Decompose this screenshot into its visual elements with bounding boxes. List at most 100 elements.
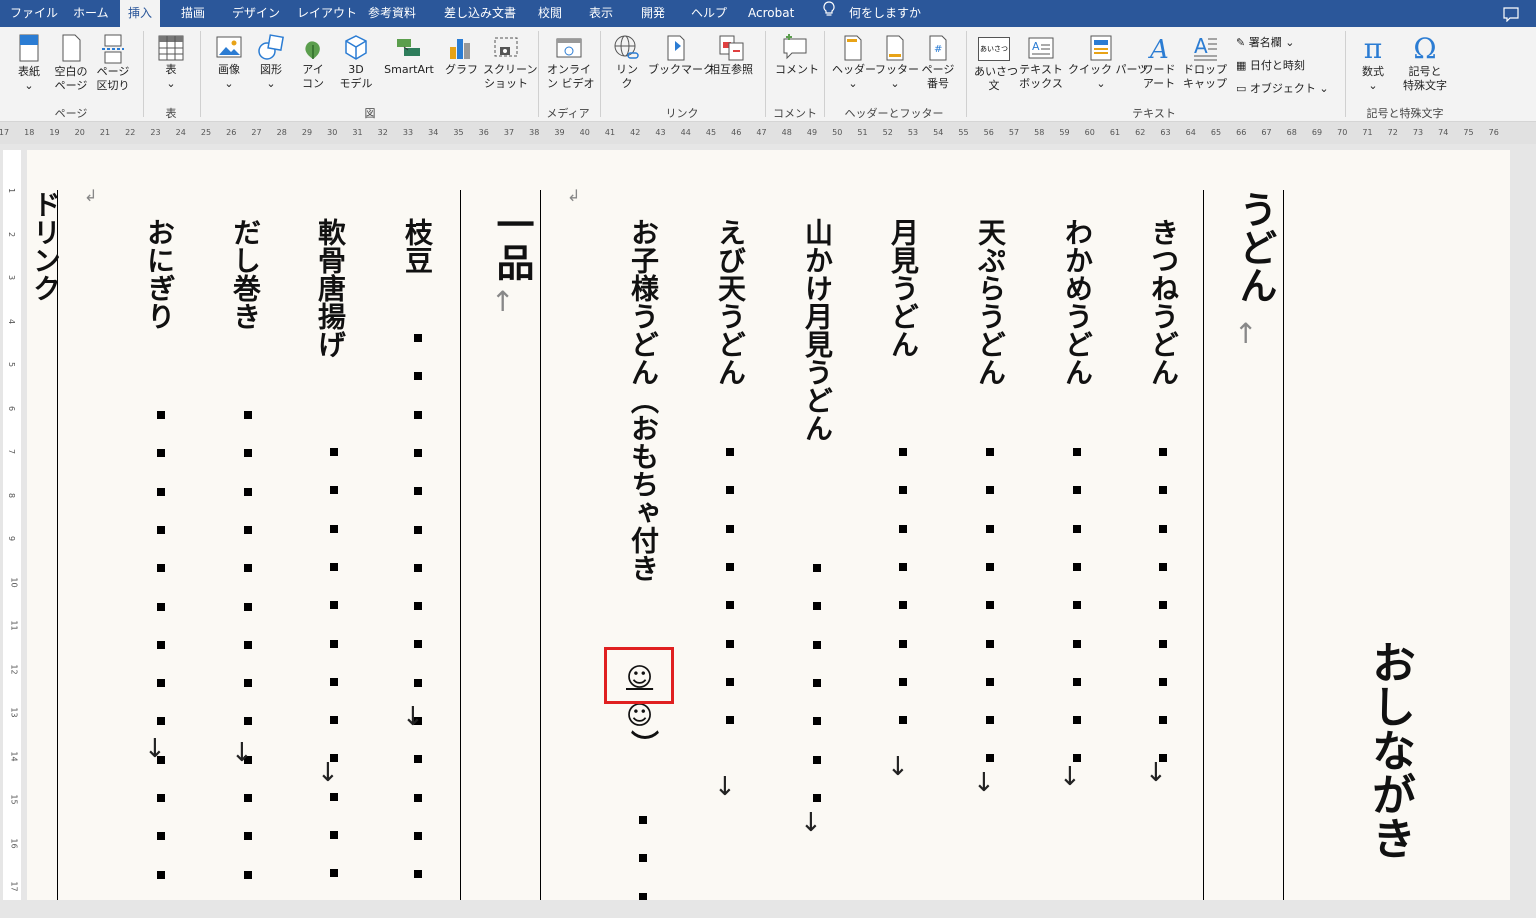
ruler-number: 4 <box>7 318 17 324</box>
leader-dot <box>899 448 907 456</box>
leader-dot <box>244 525 252 534</box>
group-separator <box>824 31 825 117</box>
horizontal-ruler[interactable]: 17 18 19 20 21 22 23 24 25 26 27 28 29 30 31 32 33 34 35 36… <box>0 122 1536 144</box>
tab-file[interactable]: ファイル <box>10 0 58 27</box>
ruler-number: 52 <box>882 128 893 137</box>
group-separator <box>538 31 539 117</box>
ruler-number: 9 <box>7 535 17 542</box>
equation-button[interactable]: π 数式 ⌄ <box>1355 33 1391 93</box>
leader-dot <box>813 640 821 649</box>
ruler-number: 29 <box>301 128 313 137</box>
ruler-number: 1 <box>7 187 17 194</box>
shapes-button[interactable]: 図形 ⌄ <box>254 33 288 91</box>
ruler-number: 55 <box>958 128 969 137</box>
online-video-button[interactable]: オンライ ン ビデオ <box>547 33 595 91</box>
leader-dot <box>899 601 907 610</box>
tab-help[interactable]: ヘルプ <box>691 0 727 27</box>
ruler-number: 17 <box>0 128 10 137</box>
blank-page-button[interactable]: 空白の ページ <box>52 33 90 93</box>
leader-dot <box>157 411 165 419</box>
tab-design[interactable]: デザイン <box>232 0 280 27</box>
column-rule <box>540 190 541 900</box>
tab-draw[interactable]: 描画 <box>181 0 205 27</box>
icons-button[interactable]: アイ コン <box>296 33 330 91</box>
tab-acrobat[interactable]: Acrobat <box>748 0 794 27</box>
ruler-number: 13 <box>9 707 19 718</box>
leader-dot <box>1159 601 1167 610</box>
drop-cap-button[interactable]: A ドロップ キャップ <box>1182 33 1228 91</box>
ruler-number: 70 <box>1337 128 1348 137</box>
leader-dot <box>244 870 252 879</box>
group-separator <box>600 31 601 117</box>
blank-page-icon <box>62 34 81 62</box>
greeting-button[interactable]: あいさつ あいさつ 文 <box>974 33 1018 93</box>
ruler-number: 60 <box>1084 128 1095 137</box>
tab-home[interactable]: ホーム <box>73 0 109 27</box>
leader-dot <box>986 486 994 495</box>
page-number-icon: # <box>929 35 947 61</box>
tab-review[interactable]: 校閲 <box>538 0 562 27</box>
page-number-button[interactable]: # ページ 番号 <box>918 33 958 91</box>
tab-references[interactable]: 参考資料 <box>368 0 416 27</box>
tab-mailings[interactable]: 差し込み文書 <box>444 0 516 27</box>
object-button[interactable]: ▭ オブジェクト ⌄ <box>1236 82 1329 96</box>
group-separator <box>765 31 766 117</box>
leader-dot <box>414 410 422 419</box>
ruler-number: 17 <box>9 881 19 892</box>
ruler-number: 40 <box>579 128 590 137</box>
icons-icon <box>305 41 320 59</box>
footer-button[interactable]: フッター ⌄ <box>875 33 919 91</box>
cross-reference-button[interactable]: 相互参照 <box>705 33 757 77</box>
wordart-button[interactable]: A ワード アート <box>1138 33 1180 91</box>
vertical-ruler[interactable]: 1 2 3 4 5 6 7 8 9 10 11 12 13 14 15 16 17 <box>3 150 21 900</box>
quick-parts-button[interactable]: クイック パーツ ⌄ <box>1068 33 1148 91</box>
new-comment-button[interactable]: コメント <box>775 33 819 77</box>
tab-insert[interactable]: 挿入 <box>120 0 161 27</box>
leader-dot <box>1159 639 1167 648</box>
leader-dot <box>414 563 422 572</box>
document-page[interactable]: おしながき うどん ↑ きつねうどん わかめうどん 天ぷらうどん 月見うどん 山… <box>27 150 1510 900</box>
leader-dot <box>813 564 821 572</box>
page-break-icon <box>102 34 124 64</box>
link-button[interactable]: リン ク <box>610 33 644 91</box>
leader-dot <box>813 602 821 611</box>
date-time-button[interactable]: ▦ 日付と時刻 <box>1236 59 1305 73</box>
text-box-button[interactable]: A テキスト ボックス <box>1018 33 1064 91</box>
wordart-icon: A <box>1148 35 1169 63</box>
leader-dot <box>726 639 734 648</box>
screenshot-button[interactable]: スクリーン ショット <box>483 33 537 91</box>
3d-models-button[interactable]: 3D モデル <box>334 33 378 91</box>
ruler-number: 47 <box>756 128 767 137</box>
cover-page-button[interactable]: 表紙 ⌄ <box>12 33 46 93</box>
ruler-number: 38 <box>529 128 540 137</box>
smartart-button[interactable]: SmartArt <box>380 33 438 77</box>
signature-line-button[interactable]: ✎ 署名欄 ⌄ <box>1236 36 1294 50</box>
ruler-number: 74 <box>1438 128 1449 137</box>
bookmark-button[interactable]: ブックマーク <box>648 33 714 77</box>
picture-icon <box>216 36 242 58</box>
header-button[interactable]: ヘッダー ⌄ <box>832 33 876 91</box>
ruler-number: 64 <box>1185 128 1196 137</box>
ruler-number: 10 <box>9 576 19 588</box>
bar-chart-icon <box>450 39 470 59</box>
table-button[interactable]: 表 ⌄ <box>154 33 188 91</box>
picture-button[interactable]: 画像 ⌄ <box>212 33 246 91</box>
ruler-number: 26 <box>226 128 237 137</box>
tab-layout[interactable]: レイアウト <box>297 0 357 27</box>
leader-dot <box>414 525 422 534</box>
online-video-icon <box>556 38 582 58</box>
tell-me-search[interactable]: 何をしますか <box>849 0 921 27</box>
leader-dot <box>1073 486 1081 495</box>
tab-developer[interactable]: 開発 <box>641 0 665 27</box>
page-break-button[interactable]: ページ 区切り <box>94 33 132 93</box>
small-paragraph-mark: ↲ <box>84 186 98 205</box>
tab-view[interactable]: 表示 <box>589 0 613 27</box>
ruler-number: 65 <box>1210 128 1222 137</box>
ruler-number: 62 <box>1135 128 1146 137</box>
ruler-number: 25 <box>200 128 212 137</box>
ruler-number: 23 <box>150 128 161 137</box>
symbol-button[interactable]: Ω 記号と 特殊文字 <box>1396 33 1454 93</box>
ruler-number: 27 <box>251 128 262 137</box>
chart-button[interactable]: グラフ <box>445 33 478 77</box>
ruler-number: 12 <box>9 663 19 675</box>
